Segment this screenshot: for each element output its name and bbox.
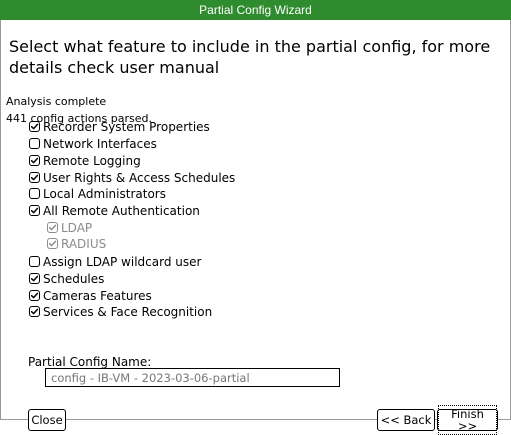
close-button[interactable]: Close (28, 409, 66, 431)
check-icon (30, 174, 39, 181)
config-name-label: Partial Config Name: (28, 355, 152, 369)
option-services-face-recognition[interactable]: Services & Face Recognition (29, 304, 212, 319)
checkbox[interactable] (29, 172, 40, 183)
checkbox[interactable] (29, 155, 40, 166)
checkbox[interactable] (29, 121, 40, 132)
option-assign-ldap-wildcard-user[interactable]: Assign LDAP wildcard user (29, 254, 201, 269)
option-network-interfaces[interactable]: Network Interfaces (29, 136, 157, 151)
finish-button[interactable]: Finish >> (437, 405, 498, 435)
option-recorder-system-properties[interactable]: Recorder System Properties (29, 119, 210, 134)
check-icon (30, 207, 39, 214)
check-icon (30, 292, 39, 299)
option-label: All Remote Authentication (43, 203, 200, 218)
option-label: LDAP (61, 220, 93, 235)
checkbox[interactable] (29, 188, 40, 199)
checkbox (47, 222, 58, 233)
checkbox[interactable] (29, 138, 40, 149)
back-button-label: << Back (380, 413, 432, 427)
wizard-window: Select what feature to include in the pa… (0, 20, 511, 435)
config-name-input[interactable] (45, 368, 340, 387)
option-label: Recorder System Properties (43, 119, 210, 134)
checkbox[interactable] (29, 256, 40, 267)
option-cameras-features[interactable]: Cameras Features (29, 288, 152, 303)
option-radius: RADIUS (47, 236, 106, 251)
option-remote-logging[interactable]: Remote Logging (29, 153, 141, 168)
option-schedules[interactable]: Schedules (29, 271, 104, 286)
option-label: RADIUS (61, 236, 107, 251)
checkbox[interactable] (29, 290, 40, 301)
option-user-rights-access-schedules[interactable]: User Rights & Access Schedules (29, 170, 235, 185)
checkbox[interactable] (29, 273, 40, 284)
instructions-text: Select what feature to include in the pa… (9, 37, 491, 77)
option-label: Schedules (43, 271, 105, 286)
checkbox[interactable] (29, 205, 40, 216)
option-ldap: LDAP (47, 220, 92, 235)
title-bar: Partial Config Wizard (0, 0, 511, 20)
option-label: Cameras Features (43, 288, 152, 303)
back-button[interactable]: << Back (377, 409, 435, 431)
option-label: Local Administrators (43, 186, 166, 201)
option-label: Assign LDAP wildcard user (43, 254, 202, 269)
check-icon (48, 224, 57, 231)
option-label: User Rights & Access Schedules (43, 170, 236, 185)
finish-button-label: Finish >> (438, 405, 497, 435)
window-title: Partial Config Wizard (199, 3, 312, 17)
status-analysis: Analysis complete (6, 95, 107, 108)
check-icon (48, 240, 57, 247)
checkbox[interactable] (29, 306, 40, 317)
check-icon (30, 308, 39, 315)
option-local-administrators[interactable]: Local Administrators (29, 186, 166, 201)
option-label: Remote Logging (43, 153, 141, 168)
option-label: Network Interfaces (43, 136, 157, 151)
check-icon (30, 275, 39, 282)
check-icon (30, 123, 39, 130)
check-icon (30, 157, 39, 164)
checkbox (47, 238, 58, 249)
option-all-remote-authentication[interactable]: All Remote Authentication (29, 203, 200, 218)
close-button-label: Close (31, 413, 63, 427)
option-label: Services & Face Recognition (43, 304, 213, 319)
